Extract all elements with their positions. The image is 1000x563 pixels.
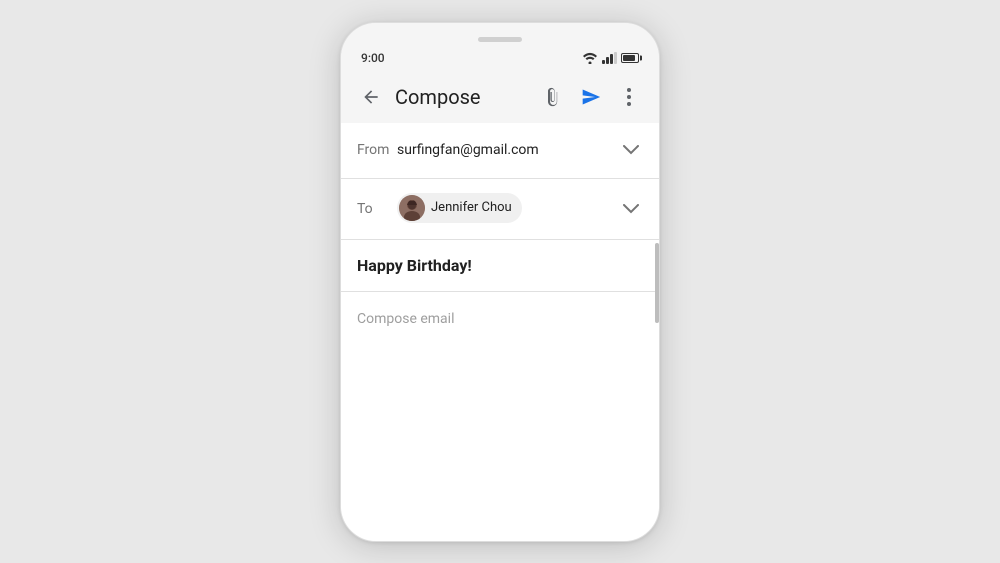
- from-label: From: [357, 142, 397, 158]
- phone-speaker: [478, 37, 522, 42]
- contact-avatar: [399, 195, 425, 221]
- back-button[interactable]: [353, 79, 389, 115]
- body-row[interactable]: Compose email: [341, 292, 659, 541]
- scrollbar-track: [655, 223, 659, 541]
- signal-bar-4: [614, 52, 617, 64]
- phone-device: 9:00: [340, 22, 660, 542]
- subject-text: Happy Birthday!: [357, 256, 472, 275]
- send-icon: [581, 87, 601, 107]
- toolbar-actions: [535, 79, 647, 115]
- signal-icon: [602, 52, 617, 64]
- status-time: 9:00: [361, 51, 385, 65]
- back-arrow-icon: [361, 87, 381, 107]
- signal-bar-1: [602, 60, 605, 64]
- chevron-down-icon: [623, 145, 639, 155]
- battery-icon: [621, 53, 639, 63]
- to-chevron-button[interactable]: [619, 197, 643, 221]
- from-row: From surfingfan@gmail.com: [341, 123, 659, 179]
- signal-bar-3: [610, 54, 613, 64]
- subject-row[interactable]: Happy Birthday!: [341, 240, 659, 292]
- attach-icon: [543, 87, 563, 107]
- signal-bar-2: [606, 57, 609, 64]
- toolbar: Compose: [341, 71, 659, 123]
- more-options-button[interactable]: [611, 79, 647, 115]
- chevron-down-icon-to: [623, 204, 639, 214]
- toolbar-title: Compose: [389, 85, 535, 109]
- wifi-icon: [582, 52, 598, 64]
- avatar-image: [399, 195, 425, 221]
- body-placeholder: Compose email: [357, 311, 454, 327]
- from-chevron-button[interactable]: [619, 138, 643, 162]
- from-value: surfingfan@gmail.com: [397, 142, 619, 158]
- to-field[interactable]: Jennifer Chou: [397, 193, 619, 225]
- scrollbar-thumb[interactable]: [655, 243, 659, 323]
- attach-button[interactable]: [535, 79, 571, 115]
- battery-fill: [623, 55, 635, 61]
- content-area: From surfingfan@gmail.com To: [341, 123, 659, 541]
- status-bar: 9:00: [341, 23, 659, 71]
- phone-wrapper: 9:00: [0, 0, 1000, 563]
- contact-name: Jennifer Chou: [431, 200, 512, 215]
- status-icons: [582, 52, 639, 64]
- to-contact-chip[interactable]: Jennifer Chou: [397, 193, 522, 223]
- to-row: To: [341, 179, 659, 240]
- send-button[interactable]: [573, 79, 609, 115]
- more-vertical-icon: [627, 88, 631, 106]
- to-label: To: [357, 201, 397, 217]
